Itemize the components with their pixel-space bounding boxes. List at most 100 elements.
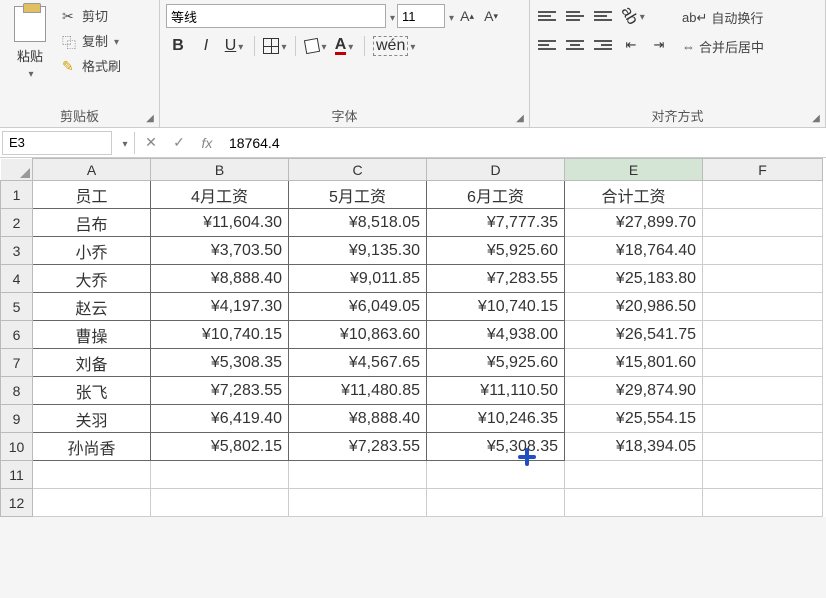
cell[interactable]	[427, 489, 565, 517]
cell[interactable]: 曹操	[33, 321, 151, 349]
cell[interactable]	[703, 461, 823, 489]
bold-button[interactable]: B	[166, 34, 190, 58]
spreadsheet-grid[interactable]: A B C D E F 1 员工 4月工资 5月工资 6月工资 合计工资 2 吕…	[0, 158, 826, 517]
font-launcher[interactable]: ◢	[513, 111, 527, 125]
italic-button[interactable]: I	[194, 34, 218, 58]
formula-input[interactable]	[221, 131, 826, 155]
col-header-D[interactable]: D	[427, 159, 565, 181]
cancel-formula-button[interactable]: ✕	[137, 134, 165, 151]
cell[interactable]: ¥11,110.50	[427, 377, 565, 405]
cell[interactable]: 合计工资	[565, 181, 703, 209]
cell[interactable]: ¥3,703.50	[151, 237, 289, 265]
cell[interactable]	[33, 489, 151, 517]
font-size-input[interactable]	[397, 4, 445, 28]
align-bottom-button[interactable]	[592, 5, 614, 27]
clipboard-launcher[interactable]: ◢	[143, 111, 157, 125]
cell[interactable]: ¥11,604.30	[151, 209, 289, 237]
paste-button[interactable]: 粘贴	[6, 4, 54, 80]
cell[interactable]: ¥8,518.05	[289, 209, 427, 237]
wrap-text-button[interactable]: ab↵ 自动换行	[682, 8, 764, 27]
cell[interactable]: ¥11,480.85	[289, 377, 427, 405]
row-header[interactable]: 8	[1, 377, 33, 405]
row-header[interactable]: 5	[1, 293, 33, 321]
cell[interactable]: ¥10,740.15	[151, 321, 289, 349]
cell[interactable]	[289, 489, 427, 517]
col-header-F[interactable]: F	[703, 159, 823, 181]
increase-font-button[interactable]: A▴	[456, 5, 478, 27]
font-color-button[interactable]: A	[332, 34, 356, 58]
col-header-A[interactable]: A	[33, 159, 151, 181]
borders-dropdown[interactable]	[279, 37, 286, 55]
cell[interactable]: ¥26,541.75	[565, 321, 703, 349]
row-header[interactable]: 11	[1, 461, 33, 489]
decrease-font-button[interactable]: A▾	[480, 5, 502, 27]
cell[interactable]	[703, 433, 823, 461]
row-header[interactable]: 4	[1, 265, 33, 293]
copy-button[interactable]: 复制	[62, 31, 121, 50]
cell[interactable]	[703, 209, 823, 237]
cell[interactable]: ¥5,925.60	[427, 237, 565, 265]
cell[interactable]: ¥4,567.65	[289, 349, 427, 377]
cell[interactable]: 员工	[33, 181, 151, 209]
cell[interactable]: ¥4,197.30	[151, 293, 289, 321]
cell[interactable]: ¥29,874.90	[565, 377, 703, 405]
phonetic-button[interactable]: wén	[373, 34, 415, 58]
cell[interactable]: ¥25,554.15	[565, 405, 703, 433]
align-left-button[interactable]	[536, 34, 558, 56]
insert-function-button[interactable]: fx	[193, 135, 221, 151]
cell[interactable]: 赵云	[33, 293, 151, 321]
cell[interactable]: ¥9,135.30	[289, 237, 427, 265]
row-header[interactable]: 2	[1, 209, 33, 237]
cell[interactable]: 小乔	[33, 237, 151, 265]
cell[interactable]	[565, 461, 703, 489]
cell[interactable]: ¥5,308.35	[427, 433, 565, 461]
name-box[interactable]	[2, 131, 112, 155]
cell[interactable]	[703, 405, 823, 433]
merge-center-button[interactable]: ⇔ 合并后居中	[682, 37, 764, 56]
phonetic-dropdown[interactable]	[408, 37, 415, 55]
cell[interactable]: 关羽	[33, 405, 151, 433]
cell[interactable]: ¥25,183.80	[565, 265, 703, 293]
cell[interactable]: ¥7,283.55	[427, 265, 565, 293]
cell[interactable]	[703, 181, 823, 209]
borders-button[interactable]	[263, 34, 287, 58]
col-header-C[interactable]: C	[289, 159, 427, 181]
name-box-dropdown[interactable]	[116, 135, 132, 150]
cell[interactable]: ¥15,801.60	[565, 349, 703, 377]
copy-dropdown[interactable]	[112, 33, 119, 48]
cell[interactable]: ¥4,938.00	[427, 321, 565, 349]
cell[interactable]	[151, 461, 289, 489]
cell[interactable]: 4月工资	[151, 181, 289, 209]
cell[interactable]: ¥5,925.60	[427, 349, 565, 377]
col-header-B[interactable]: B	[151, 159, 289, 181]
cell[interactable]: ¥7,283.55	[151, 377, 289, 405]
cell[interactable]: ¥5,802.15	[151, 433, 289, 461]
cell[interactable]: ¥9,011.85	[289, 265, 427, 293]
select-all-corner[interactable]	[1, 159, 33, 181]
cell[interactable]	[703, 293, 823, 321]
cell[interactable]: 刘备	[33, 349, 151, 377]
font-size-dropdown[interactable]	[447, 9, 454, 24]
cell[interactable]	[151, 489, 289, 517]
underline-button[interactable]: U	[222, 34, 246, 58]
cell[interactable]	[565, 489, 703, 517]
row-header[interactable]: 1	[1, 181, 33, 209]
decrease-indent-button[interactable]: ⇤	[620, 34, 642, 56]
cell[interactable]: ¥18,394.05	[565, 433, 703, 461]
cell[interactable]	[703, 489, 823, 517]
cell[interactable]	[703, 265, 823, 293]
align-top-button[interactable]	[536, 5, 558, 27]
align-center-button[interactable]	[564, 34, 586, 56]
cell[interactable]: ¥10,246.35	[427, 405, 565, 433]
cell[interactable]: ¥20,986.50	[565, 293, 703, 321]
row-header[interactable]: 3	[1, 237, 33, 265]
row-header[interactable]: 7	[1, 349, 33, 377]
cell[interactable]: ¥7,283.55	[289, 433, 427, 461]
cell[interactable]: ¥8,888.40	[289, 405, 427, 433]
cell[interactable]: 孙尚香	[33, 433, 151, 461]
cell[interactable]	[703, 237, 823, 265]
cell[interactable]: ¥27,899.70	[565, 209, 703, 237]
cell[interactable]: ¥10,740.15	[427, 293, 565, 321]
row-header[interactable]: 9	[1, 405, 33, 433]
paste-dropdown[interactable]	[26, 65, 33, 80]
